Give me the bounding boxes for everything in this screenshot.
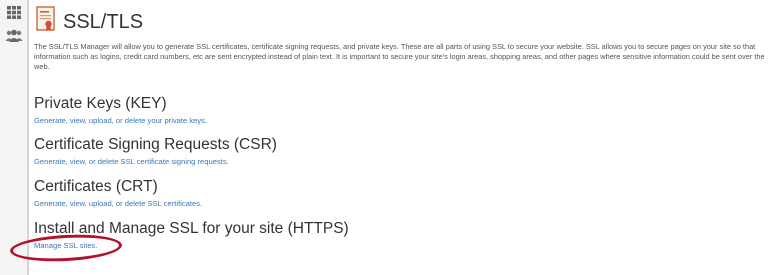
section-title: Certificate Signing Requests (CSR) [34, 136, 277, 153]
sidebar [0, 0, 28, 275]
certificate-icon [36, 6, 55, 31]
section-title: Private Keys (KEY) [34, 95, 167, 112]
private-keys-link[interactable]: Generate, view, upload, or delete your p… [34, 116, 754, 126]
certificates-link[interactable]: Generate, view, upload, or delete SSL ce… [34, 199, 754, 209]
manage-ssl-sites-link[interactable]: Manage SSL sites. [34, 241, 754, 251]
section-private-keys: Private Keys (KEY) Generate, view, uploa… [34, 95, 754, 126]
grid-icon[interactable] [7, 6, 21, 19]
section-title: Install and Manage SSL for your site (HT… [34, 220, 349, 237]
intro-text: The SSL/TLS Manager will allow you to ge… [34, 42, 765, 71]
page-header: SSL/TLS [36, 6, 756, 36]
csr-link[interactable]: Generate, view, or delete SSL certificat… [34, 157, 754, 167]
section-install-ssl: Install and Manage SSL for your site (HT… [34, 220, 754, 251]
section-certificates: Certificates (CRT) Generate, view, uploa… [34, 178, 754, 209]
section-title: Certificates (CRT) [34, 178, 158, 195]
users-icon[interactable] [5, 29, 23, 42]
main-content: SSL/TLS The SSL/TLS Manager will allow y… [28, 0, 768, 275]
section-csr: Certificate Signing Requests (CSR) Gener… [34, 136, 754, 167]
page-title: SSL/TLS [63, 11, 144, 33]
